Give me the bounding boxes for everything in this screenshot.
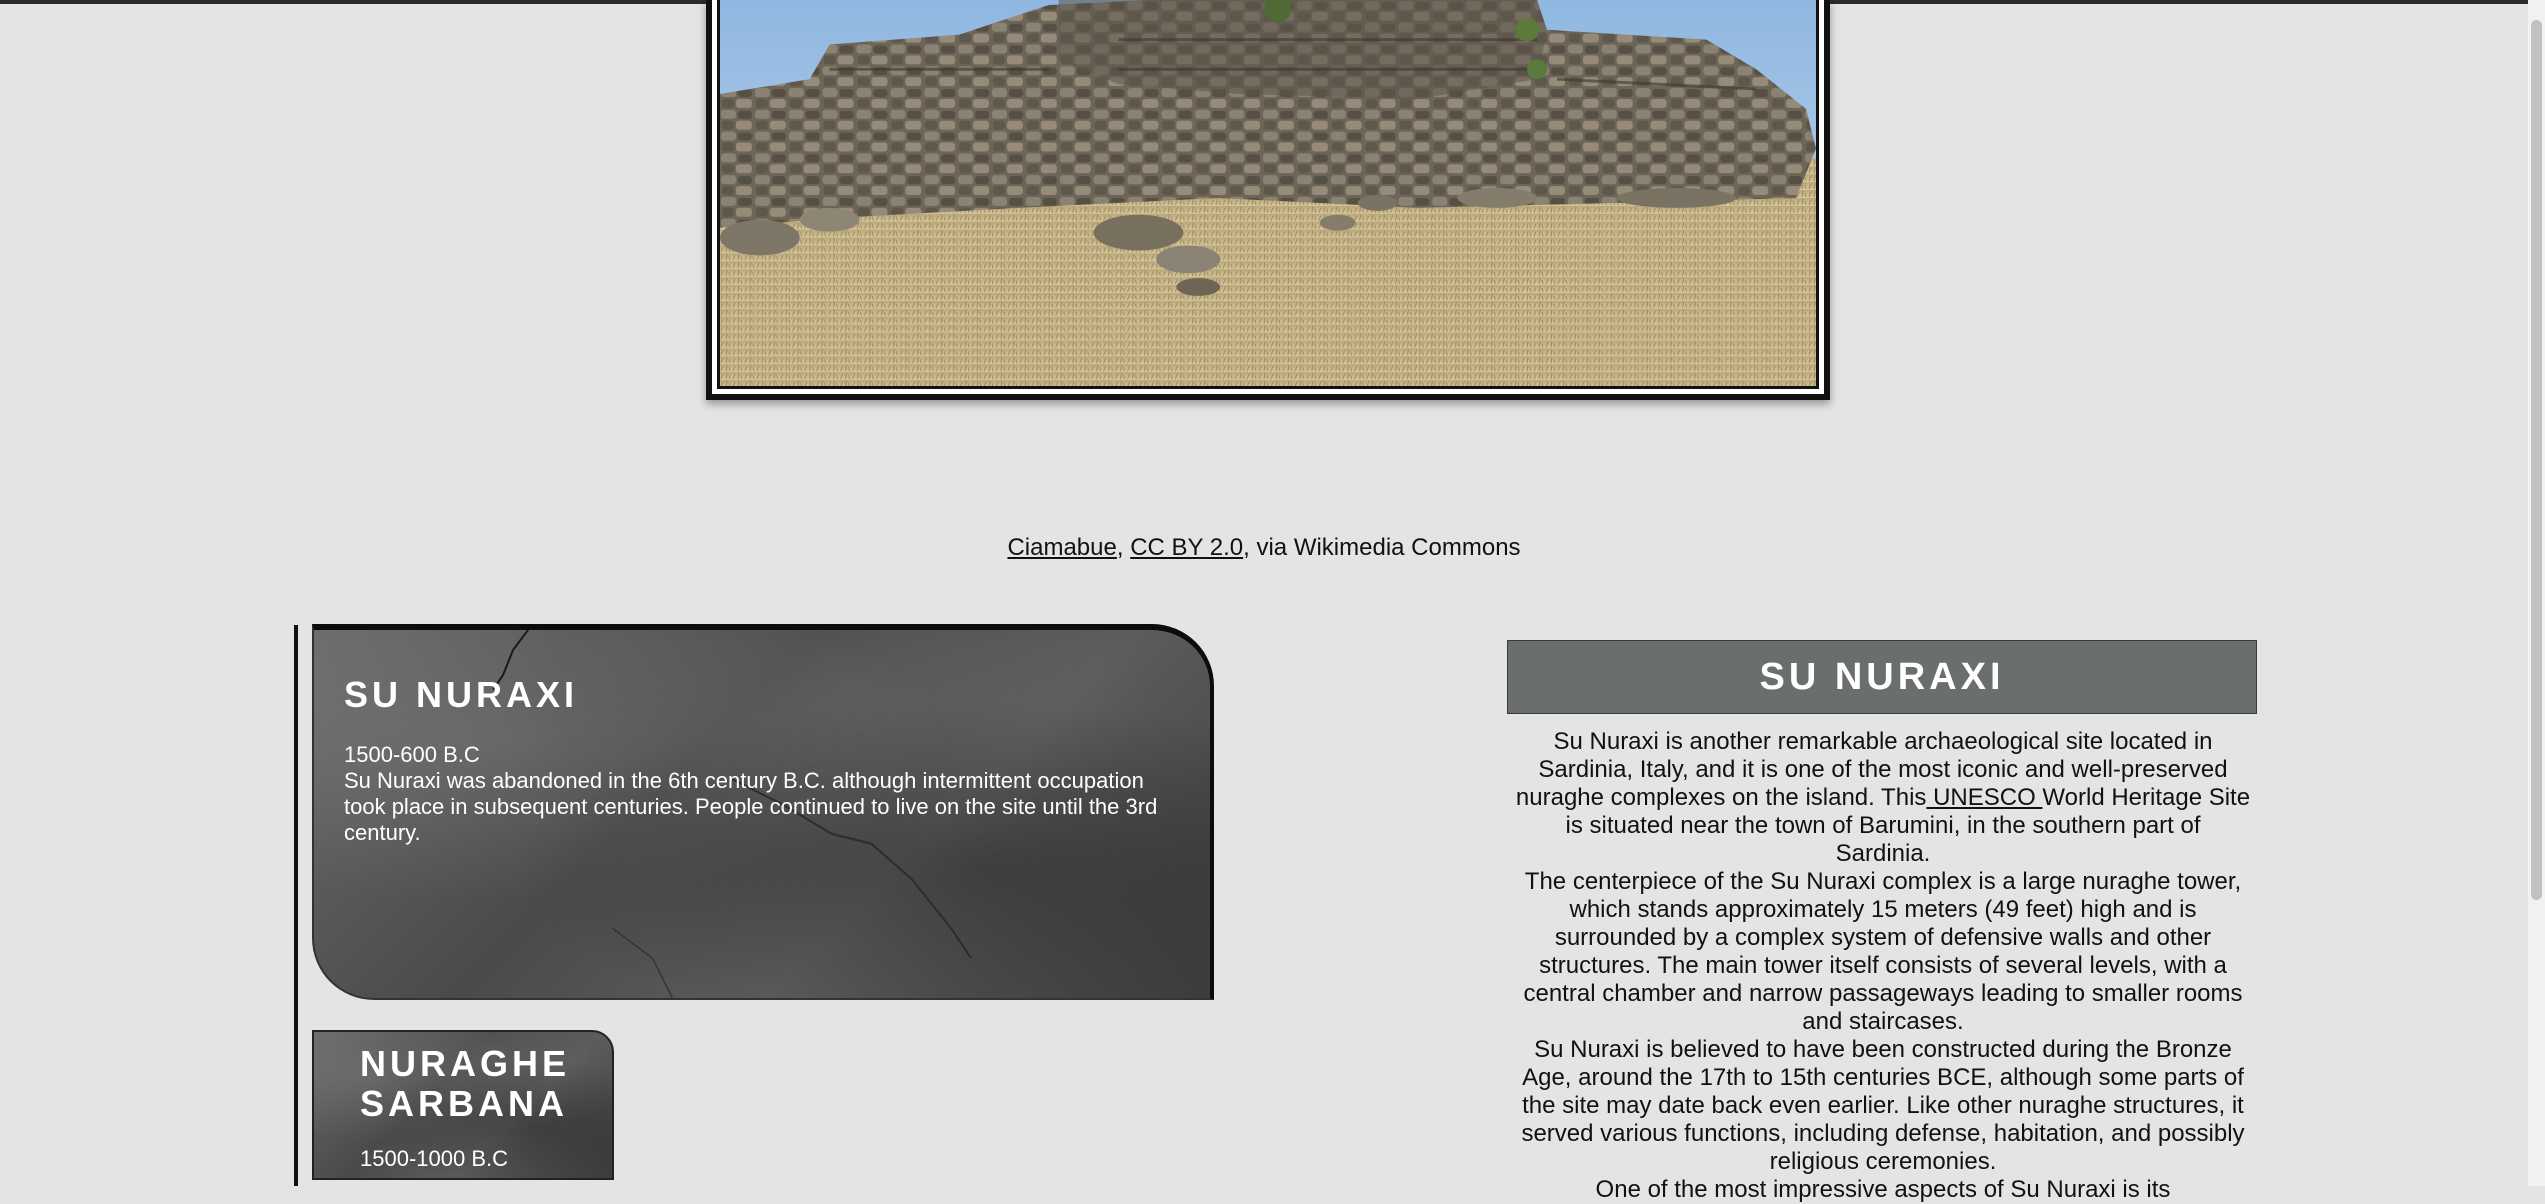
info-heading: SU NURAXI [1507,640,2257,714]
scrollbar-thumb[interactable] [2531,20,2542,900]
timeline-line [294,625,298,1186]
info-paragraph-3: Su Nuraxi is believed to have been const… [1521,1036,2245,1175]
photo-frame [706,0,1830,400]
card-text: Su Nuraxi was abandoned in the 6th centu… [344,768,1158,845]
info-paragraph-1: Su Nuraxi is another remarkable archaeol… [1515,728,2251,868]
ruins-image [720,0,1816,386]
info-paragraph-2: The centerpiece of the Su Nuraxi complex… [1523,868,2243,1035]
card-title: NURAGHE SARBANA [360,1043,571,1124]
vertical-scrollbar[interactable] [2528,0,2545,1186]
timeline-card-nuraghe-sarbana[interactable]: NURAGHE SARBANA 1500-1000 B.C [312,1030,614,1180]
credit-separator: , [1116,534,1131,561]
image-credit: Ciamabue, CC BY 2.0, via Wikimedia Commo… [0,534,2528,562]
info-body: Su Nuraxi is another remarkable archaeol… [1515,728,2251,1204]
credit-license-link[interactable]: CC BY 2.0 [1130,534,1243,561]
info-paragraph-4: One of the most impressive aspects of Su… [1595,1176,2171,1203]
timeline-card-su-nuraxi[interactable]: SU NURAXI 1500-600 B.C Su Nuraxi was aba… [312,624,1214,1000]
credit-suffix: , via Wikimedia Commons [1243,534,1521,561]
card-date: 1500-1000 B.C [360,1146,508,1171]
card-date: 1500-600 B.C [344,742,480,767]
credit-author-link[interactable]: Ciamabue [1007,534,1116,561]
card-title: SU NURAXI [344,674,579,715]
unesco-link[interactable]: UNESCO [1926,784,2042,811]
su-nuraxi-photo [712,0,1824,394]
